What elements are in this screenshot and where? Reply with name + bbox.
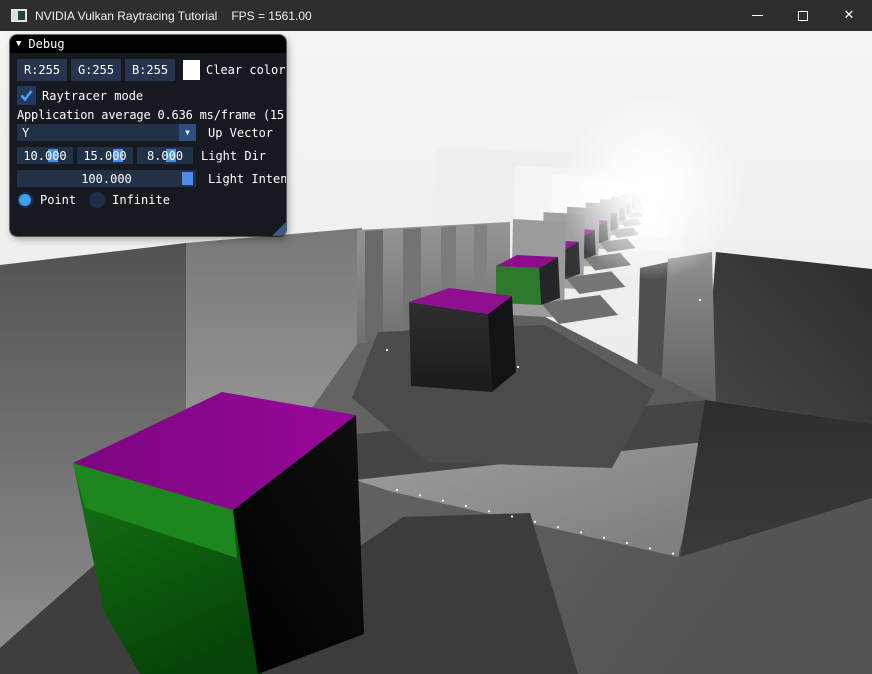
clear-color-label: Clear color xyxy=(206,63,285,77)
light-type-row: Point Infinite xyxy=(17,192,286,208)
app-icon xyxy=(11,9,27,22)
light-dir-label: Light Dir xyxy=(201,149,266,163)
clear-color-row: R:255 G:255 B:255 Clear color xyxy=(17,59,286,81)
debug-panel: ▼ Debug R:255 G:255 B:255 Clear color Ra… xyxy=(10,35,286,236)
light-intensity-slider[interactable]: 100.000 xyxy=(17,170,196,187)
up-vector-value: Y xyxy=(22,126,29,140)
light-dir-y-slider[interactable]: 15.000 xyxy=(77,147,133,164)
light-intensity-row: 100.000 Light Intensity xyxy=(17,170,286,187)
stats-text: Application average 0.636 ms/frame (15 xyxy=(17,108,286,122)
titlebar: NVIDIA Vulkan Raytracing Tutorial FPS = … xyxy=(0,0,872,31)
up-vector-row: Y ▼ Up Vector xyxy=(17,124,286,141)
window-title: NVIDIA Vulkan Raytracing Tutorial xyxy=(35,9,217,23)
check-icon xyxy=(18,87,35,104)
radio-point[interactable] xyxy=(17,192,33,208)
maximize-icon xyxy=(798,11,808,21)
window-controls: ✕ xyxy=(734,0,872,31)
light-intensity-label: Light Intensity xyxy=(208,172,286,186)
up-vector-label: Up Vector xyxy=(208,126,273,140)
debug-panel-title: Debug xyxy=(28,37,64,51)
close-button[interactable]: ✕ xyxy=(826,0,872,31)
light-intensity-value: 100.000 xyxy=(81,172,132,186)
light-dir-row: 10.000 15.000 8.000 Light Dir xyxy=(17,147,286,164)
light-dir-z-slider[interactable]: 8.000 xyxy=(137,147,193,164)
clear-color-swatch[interactable] xyxy=(183,60,200,80)
maximize-button[interactable] xyxy=(780,0,826,31)
collapse-arrow-icon[interactable]: ▼ xyxy=(16,40,21,49)
debug-panel-header[interactable]: ▼ Debug xyxy=(10,35,286,53)
minimize-button[interactable] xyxy=(734,0,780,31)
radio-point-label: Point xyxy=(40,193,76,207)
resize-grip[interactable] xyxy=(272,222,286,236)
close-icon: ✕ xyxy=(844,9,855,22)
light-dir-z-value: 8.000 xyxy=(147,149,183,163)
red-value-button[interactable]: R:255 xyxy=(17,59,67,81)
scene-cube-middle xyxy=(409,288,516,392)
light-dir-x-slider[interactable]: 10.000 xyxy=(17,147,73,164)
minimize-icon xyxy=(752,15,763,16)
light-dir-x-value: 10.000 xyxy=(23,149,66,163)
slider-grab[interactable] xyxy=(182,172,193,185)
raytracer-checkbox-label: Raytracer mode xyxy=(42,89,143,103)
up-vector-combo[interactable]: Y ▼ xyxy=(17,124,196,141)
app-window: NVIDIA Vulkan Raytracing Tutorial FPS = … xyxy=(0,0,872,674)
combo-arrow-icon[interactable]: ▼ xyxy=(179,124,196,141)
radio-infinite-label: Infinite xyxy=(112,193,170,207)
scene-light-glow xyxy=(560,96,744,280)
fps-counter: FPS = 1561.00 xyxy=(231,9,311,23)
raytracer-checkbox[interactable] xyxy=(17,86,36,105)
raytracer-row: Raytracer mode xyxy=(17,86,286,105)
green-value-button[interactable]: G:255 xyxy=(71,59,121,81)
radio-infinite[interactable] xyxy=(89,192,105,208)
blue-value-button[interactable]: B:255 xyxy=(125,59,175,81)
render-viewport[interactable]: ▼ Debug R:255 G:255 B:255 Clear color Ra… xyxy=(0,31,872,674)
light-dir-y-value: 15.000 xyxy=(83,149,126,163)
